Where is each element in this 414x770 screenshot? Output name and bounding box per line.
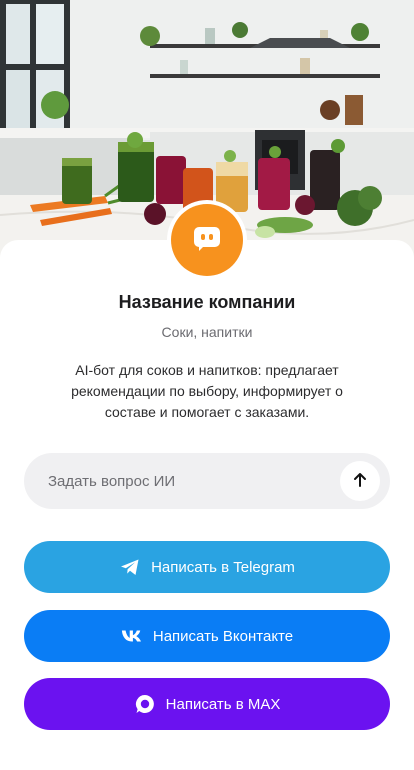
max-button[interactable]: Написать в MAX xyxy=(24,678,390,730)
telegram-button-label: Написать в Telegram xyxy=(151,558,295,576)
company-subtitle: Соки, напитки xyxy=(161,324,253,340)
vk-button-label: Написать Вконтакте xyxy=(152,627,294,645)
telegram-button[interactable]: Написать в Telegram xyxy=(24,541,390,593)
vk-button[interactable]: Написать Вконтакте xyxy=(24,610,390,662)
avatar-circle xyxy=(171,204,243,276)
ask-ai-box xyxy=(24,453,390,509)
telegram-icon xyxy=(119,556,141,578)
send-button[interactable] xyxy=(340,461,380,501)
company-name: Название компании xyxy=(118,292,296,312)
chat-bot-icon xyxy=(191,222,223,259)
ask-ai-input[interactable] xyxy=(48,453,328,509)
arrow-up-icon xyxy=(351,471,369,492)
vk-icon xyxy=(121,625,143,647)
max-icon xyxy=(134,693,156,715)
company-description: AI-бот для соков и напитков: предлагает … xyxy=(71,362,343,420)
company-avatar xyxy=(167,200,247,280)
max-button-label: Написать в MAX xyxy=(165,695,281,713)
